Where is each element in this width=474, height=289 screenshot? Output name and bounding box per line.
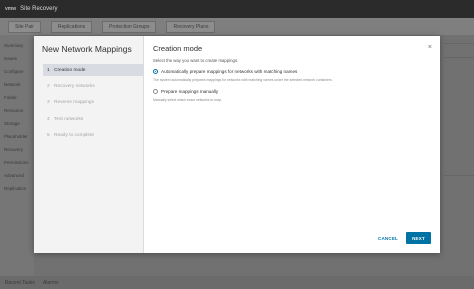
step-recovery-networks[interactable]: 2 Recovery networks xyxy=(43,80,143,92)
step-label: Ready to complete xyxy=(54,132,94,138)
radio-manual[interactable] xyxy=(153,89,158,94)
step-label: Test networks xyxy=(54,116,84,122)
step-label: Recovery networks xyxy=(54,83,95,89)
step-creation-mode[interactable]: 1 Creation mode xyxy=(43,64,143,76)
step-number: 3 xyxy=(47,99,50,105)
option-automatic[interactable]: Automatically prepare mappings for netwo… xyxy=(153,69,297,74)
sidebar-item[interactable]: Storage xyxy=(4,121,20,126)
option-label: Prepare mappings manually xyxy=(161,89,219,94)
radio-automatic[interactable] xyxy=(153,69,158,74)
sidebar-item[interactable]: Advanced xyxy=(4,173,24,178)
sidebar-item[interactable]: Resource xyxy=(4,108,23,113)
tab-site-pair[interactable]: Site Pair xyxy=(8,20,41,33)
next-button[interactable]: NEXT xyxy=(406,232,431,244)
step-content: Creation mode Select the way you want to… xyxy=(152,36,440,253)
divider xyxy=(444,43,474,44)
option-description: The system automatically prepares mappin… xyxy=(153,78,333,82)
step-label: Creation mode xyxy=(54,67,86,73)
tab-bar: Site Pair Replications Protection Groups… xyxy=(0,18,474,35)
tab-recovery-plans[interactable]: Recovery Plans xyxy=(166,20,216,33)
divider xyxy=(444,175,474,176)
step-number: 4 xyxy=(47,116,50,122)
step-number: 5 xyxy=(47,132,50,138)
step-test-networks[interactable]: 4 Test networks xyxy=(43,113,143,125)
sidebar-item[interactable]: Folder xyxy=(4,95,17,100)
sidebar-item[interactable]: Placeholder xyxy=(4,134,28,139)
instruction-text: Select the way you want to create mappin… xyxy=(153,58,239,63)
sidebar-item[interactable]: Recovery xyxy=(4,147,23,152)
dialog-title: New Network Mappings xyxy=(42,44,132,54)
tab-protection-groups[interactable]: Protection Groups xyxy=(102,20,157,33)
option-label: Automatically prepare mappings for netwo… xyxy=(161,69,298,74)
sidebar-item[interactable]: Network xyxy=(4,82,21,87)
step-number: 2 xyxy=(47,83,50,89)
cancel-button[interactable]: CANCEL xyxy=(373,233,403,243)
background-sidebar: Summary Issues Configure Network Folder … xyxy=(0,35,34,289)
wizard-steps-panel: New Network Mappings 1 Creation mode 2 R… xyxy=(34,36,144,253)
tab-replications[interactable]: Replications xyxy=(50,20,93,33)
step-label: Reverse mappings xyxy=(54,99,94,105)
sidebar-item[interactable]: Configure xyxy=(4,69,24,74)
sidebar-item[interactable]: Issues xyxy=(4,56,17,61)
step-reverse-mappings[interactable]: 3 Reverse mappings xyxy=(43,96,143,108)
step-number: 1 xyxy=(47,67,50,73)
close-icon[interactable]: × xyxy=(428,44,432,51)
page-title: Creation mode xyxy=(153,44,203,53)
alarms-tab[interactable]: Alarms xyxy=(43,280,59,286)
sidebar-item[interactable]: Permissions xyxy=(4,160,29,165)
option-description: Manually select which exact networks to … xyxy=(153,98,222,102)
step-ready-to-complete[interactable]: 5 Ready to complete xyxy=(43,129,143,141)
sidebar-item[interactable]: Summary xyxy=(4,43,23,48)
recent-tasks-bar: Recent Tasks Alarms xyxy=(0,276,474,289)
app-title: Site Recovery xyxy=(20,6,58,12)
option-manual[interactable]: Prepare mappings manually xyxy=(153,89,218,94)
sidebar-item[interactable]: Replication xyxy=(4,186,26,191)
divider xyxy=(444,57,474,58)
app-header: vmw Site Recovery xyxy=(0,0,474,18)
vmware-logo: vmw xyxy=(5,6,17,12)
recent-tasks-tab[interactable]: Recent Tasks xyxy=(5,280,35,286)
new-network-mappings-dialog: New Network Mappings 1 Creation mode 2 R… xyxy=(34,36,440,253)
